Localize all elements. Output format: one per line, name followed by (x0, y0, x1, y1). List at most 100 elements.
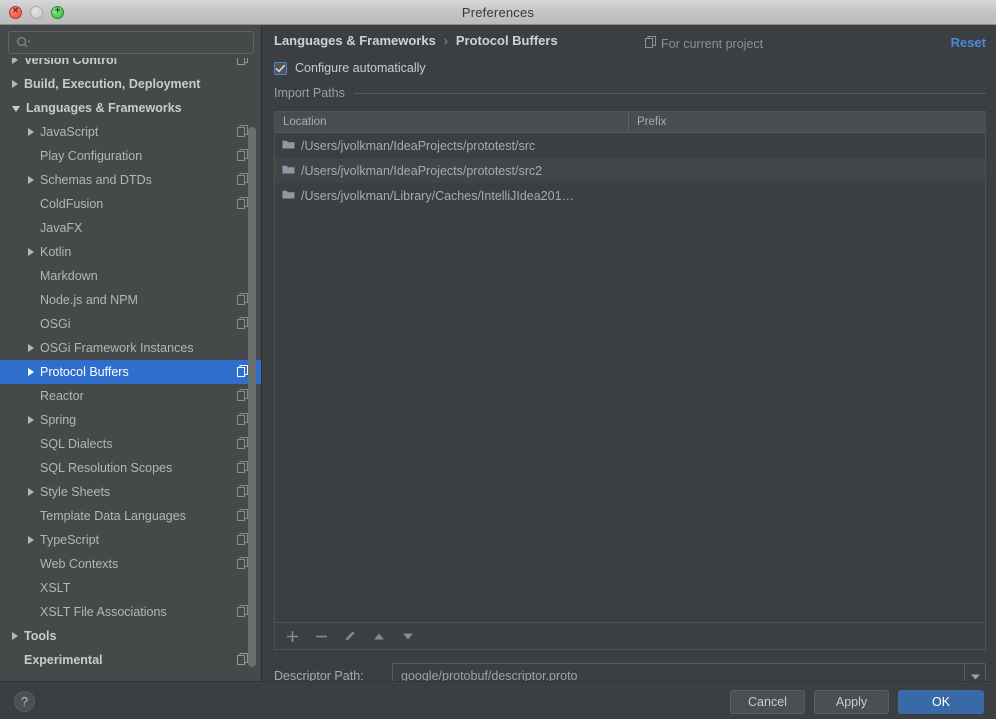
sidebar-item-label: Schemas and DTDs (40, 173, 152, 187)
sidebar-scrollbar-thumb[interactable] (248, 127, 256, 667)
sidebar-item-xslt[interactable]: XSLT (0, 576, 261, 600)
sidebar-item-osgi[interactable]: OSGi (0, 312, 261, 336)
zoom-icon: + (54, 5, 61, 17)
sidebar-item-markdown[interactable]: Markdown (0, 264, 261, 288)
move-down-button[interactable] (400, 628, 416, 644)
chevron-right-icon[interactable] (28, 128, 34, 136)
sidebar-item-experimental[interactable]: Experimental (0, 648, 261, 672)
sidebar-item-label: Version Control (24, 58, 118, 67)
window-titlebar: × − + Preferences (0, 0, 996, 25)
project-scope-icon (237, 364, 248, 380)
sidebar-item-node-js-and-npm[interactable]: Node.js and NPM (0, 288, 261, 312)
sidebar-item-web-contexts[interactable]: Web Contexts (0, 552, 261, 576)
column-header-location[interactable]: Location (275, 112, 629, 132)
chevron-right-icon[interactable] (28, 368, 34, 376)
sidebar-item-label: OSGi (40, 317, 71, 331)
sidebar-item-label: Experimental (24, 653, 103, 667)
chevron-down-icon[interactable] (12, 106, 20, 112)
sidebar-item-kotlin[interactable]: Kotlin (0, 240, 261, 264)
configure-automatically-checkbox[interactable] (274, 61, 287, 75)
sidebar-item-template-data-languages[interactable]: Template Data Languages (0, 504, 261, 528)
sidebar-item-label: SQL Dialects (40, 437, 113, 451)
traffic-light-group: × − + (9, 5, 64, 19)
sidebar-item-label: XSLT File Associations (40, 605, 167, 619)
sidebar-item-play-configuration[interactable]: Play Configuration (0, 144, 261, 168)
zoom-button[interactable]: + (51, 5, 64, 19)
sidebar-item-typescript[interactable]: TypeScript (0, 528, 261, 552)
sidebar-item-build-execution-deployment[interactable]: Build, Execution, Deployment (0, 72, 261, 96)
apply-button[interactable]: Apply (814, 690, 889, 714)
sidebar-item-schemas-and-dtds[interactable]: Schemas and DTDs (0, 168, 261, 192)
sidebar-scrollbar[interactable] (248, 70, 256, 670)
minimize-icon: − (34, 7, 40, 17)
sidebar-item-sql-dialects[interactable]: SQL Dialects (0, 432, 261, 456)
chevron-right-icon[interactable] (12, 58, 18, 64)
table-row[interactable]: /Users/jvolkman/IdeaProjects/prototest/s… (275, 158, 985, 183)
configure-automatically-row[interactable]: Configure automatically (274, 61, 426, 75)
import-paths-title: Import Paths (274, 86, 345, 100)
sidebar-item-spring[interactable]: Spring (0, 408, 261, 432)
breadcrumb-separator-icon: › (443, 33, 448, 48)
project-scope-icon (237, 652, 248, 668)
chevron-right-icon[interactable] (28, 416, 34, 424)
sidebar-item-version-control[interactable]: Version Control (0, 58, 261, 72)
project-scope-icon (237, 388, 248, 404)
table-cell-location: /Users/jvolkman/IdeaProjects/prototest/s… (301, 138, 536, 153)
sidebar-item-javafx[interactable]: JavaFX (0, 216, 261, 240)
sidebar-item-protocol-buffers[interactable]: Protocol Buffers (0, 360, 261, 384)
move-up-button[interactable] (371, 628, 387, 644)
chevron-right-icon[interactable] (28, 176, 34, 184)
table-header-row: Location Prefix (275, 112, 985, 133)
sidebar-item-reactor[interactable]: Reactor (0, 384, 261, 408)
sidebar-item-sql-resolution-scopes[interactable]: SQL Resolution Scopes (0, 456, 261, 480)
sidebar-item-label: OSGi Framework Instances (40, 341, 194, 355)
sidebar-item-coldfusion[interactable]: ColdFusion (0, 192, 261, 216)
chevron-right-icon[interactable] (12, 80, 18, 88)
sidebar-item-style-sheets[interactable]: Style Sheets (0, 480, 261, 504)
sidebar-item-javascript[interactable]: JavaScript (0, 120, 261, 144)
project-scope-icon (237, 316, 248, 332)
project-scope-icon (237, 58, 248, 68)
ok-button[interactable]: OK (898, 690, 984, 714)
remove-import-path-button[interactable] (313, 628, 329, 644)
sidebar-item-label: ColdFusion (40, 197, 104, 211)
search-input[interactable] (31, 35, 253, 50)
import-paths-section-header: Import Paths (274, 86, 986, 100)
checkmark-icon (275, 64, 286, 73)
help-button[interactable]: ? (14, 691, 35, 712)
minimize-button[interactable]: − (30, 5, 43, 19)
sidebar-item-label: Node.js and NPM (40, 293, 138, 307)
project-scope-icon (237, 556, 248, 572)
cancel-button[interactable]: Cancel (730, 690, 805, 714)
breadcrumb-parent[interactable]: Languages & Frameworks (274, 33, 436, 48)
project-scope-icon (237, 292, 248, 308)
add-import-path-button[interactable] (284, 628, 300, 644)
chevron-right-icon[interactable] (28, 488, 34, 496)
sidebar-item-tools[interactable]: Tools (0, 624, 261, 648)
chevron-right-icon[interactable] (28, 536, 34, 544)
sidebar-item-label: Spring (40, 413, 77, 427)
table-row[interactable]: /Users/jvolkman/Library/Caches/IntelliJI… (275, 183, 985, 208)
close-button[interactable]: × (9, 5, 22, 19)
edit-import-path-button[interactable] (342, 628, 358, 644)
table-row[interactable]: /Users/jvolkman/IdeaProjects/prototest/s… (275, 133, 985, 158)
chevron-right-icon[interactable] (12, 632, 18, 640)
close-icon: × (12, 5, 19, 17)
table-toolbar (275, 622, 985, 649)
preferences-body: Version Control Build, Execution, Deploym… (0, 25, 996, 688)
reset-link[interactable]: Reset (951, 35, 986, 50)
table-body: /Users/jvolkman/IdeaProjects/prototest/s… (275, 133, 985, 622)
sidebar-item-label: Reactor (40, 389, 84, 403)
chevron-right-icon[interactable] (28, 248, 34, 256)
project-scope-icon (237, 532, 248, 548)
project-scope-icon (237, 508, 248, 524)
project-scope-icon (237, 436, 248, 452)
search-box[interactable] (8, 31, 254, 54)
sidebar-item-xslt-file-associations[interactable]: XSLT File Associations (0, 600, 261, 624)
sidebar-item-languages-frameworks[interactable]: Languages & Frameworks (0, 96, 261, 120)
sidebar-item-label: Build, Execution, Deployment (24, 77, 201, 91)
column-header-prefix[interactable]: Prefix (629, 112, 985, 132)
settings-tree[interactable]: Version Control Build, Execution, Deploym… (0, 58, 261, 681)
chevron-right-icon[interactable] (28, 344, 34, 352)
sidebar-item-osgi-framework-instances[interactable]: OSGi Framework Instances (0, 336, 261, 360)
